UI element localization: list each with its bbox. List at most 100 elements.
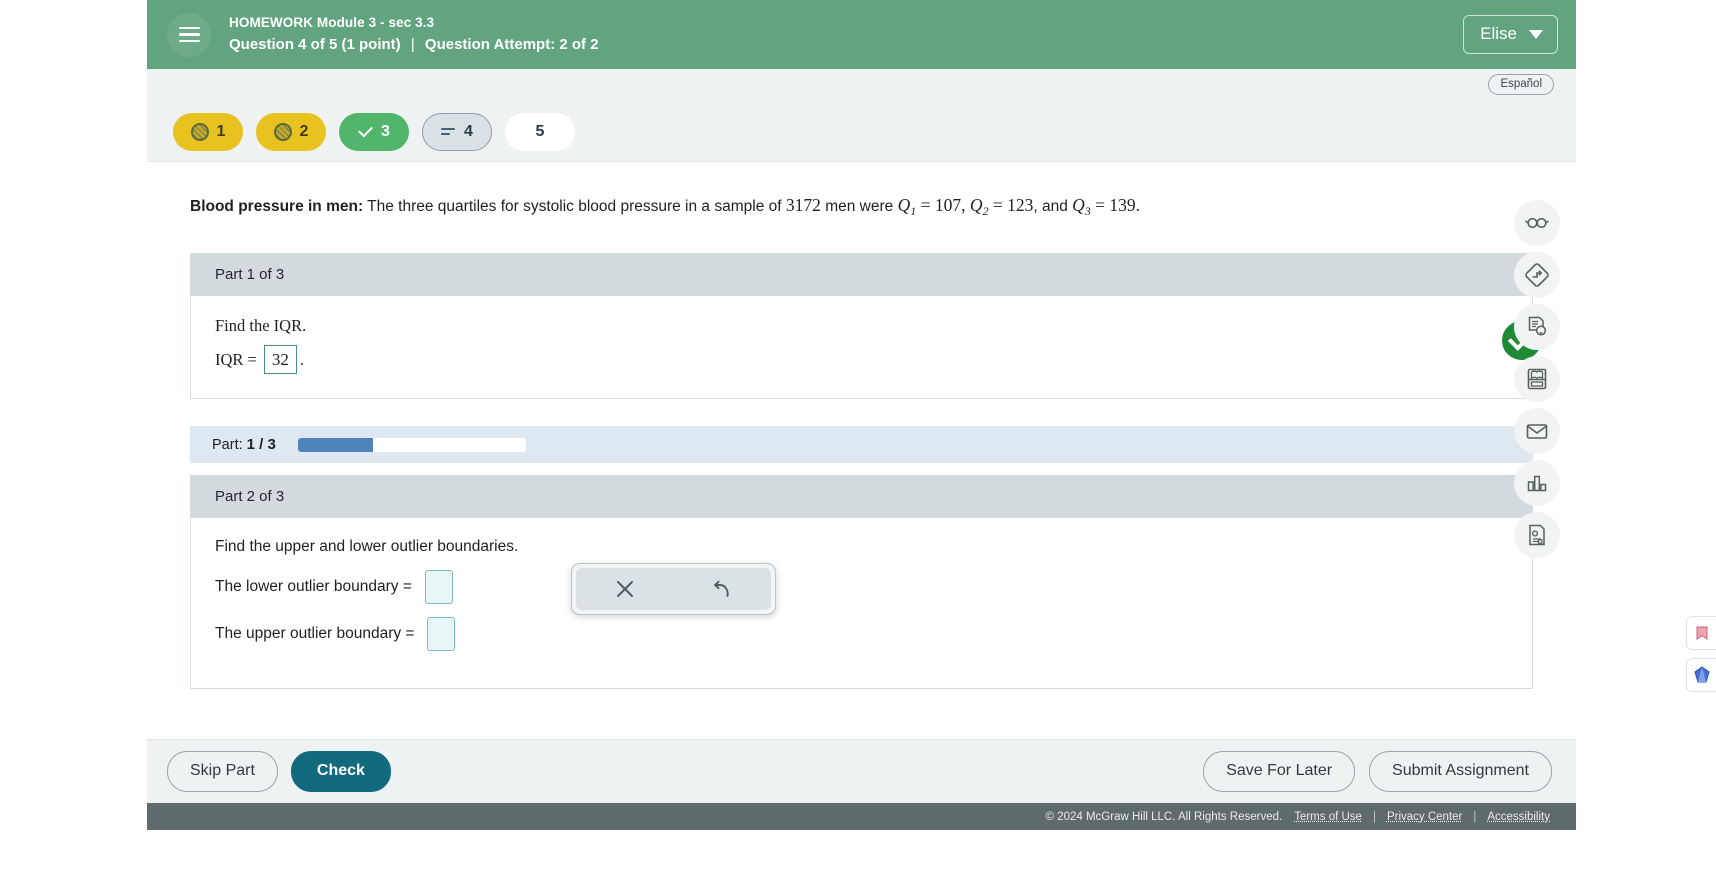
- question-pill-2[interactable]: 2: [256, 113, 326, 151]
- lower-boundary-label: The lower outlier boundary =: [215, 578, 412, 596]
- question-pill-4-label: 4: [464, 123, 473, 140]
- assignment-page: HOMEWORK Module 3 - sec 3.3 Question 4 o…: [147, 0, 1576, 830]
- lines-icon: [441, 126, 456, 138]
- part-progress-text: Part: 1 / 3: [212, 436, 276, 453]
- part-progress-value: 1 / 3: [246, 436, 276, 454]
- tool-guided-solution[interactable]: [1514, 252, 1560, 298]
- clear-answer-button[interactable]: [602, 572, 648, 606]
- tool-reader[interactable]: [1514, 200, 1560, 246]
- hamburger-icon[interactable]: [167, 12, 211, 57]
- question-text-2: men were: [825, 198, 898, 215]
- part-progress-strip: Part: 1 / 3: [190, 426, 1533, 464]
- question-pill-3[interactable]: 3: [339, 113, 409, 151]
- iqr-answer-input[interactable]: 32: [263, 345, 297, 375]
- tool-ebook[interactable]: [1514, 356, 1560, 402]
- header-titles: HOMEWORK Module 3 - sec 3.3 Question 4 o…: [229, 14, 1463, 56]
- terms-of-use-link[interactable]: Terms of Use: [1294, 811, 1362, 823]
- tool-calculator[interactable]: [1514, 512, 1560, 558]
- question-pill-3-label: 3: [381, 123, 390, 140]
- question-navigator: 1 2 3 4 5: [147, 99, 1576, 161]
- tool-rail: [1514, 200, 1566, 564]
- question-pill-4[interactable]: 4: [422, 113, 492, 151]
- hint-document-icon: [1528, 316, 1547, 336]
- hatched-circle-icon: [273, 123, 292, 141]
- user-name: Elise: [1480, 24, 1517, 43]
- save-for-later-button[interactable]: Save For Later: [1203, 751, 1356, 792]
- question-pill-1-label: 1: [216, 123, 226, 140]
- tool-hint[interactable]: [1514, 304, 1560, 350]
- question-label: Question 4 of 5 (1 point): [229, 35, 401, 53]
- question-stem: Blood pressure in men: The three quartil…: [147, 162, 1576, 222]
- page-header: HOMEWORK Module 3 - sec 3.3 Question 4 o…: [147, 0, 1576, 69]
- question-pill-2-label: 2: [299, 123, 309, 140]
- q3-equals: =: [1090, 195, 1110, 215]
- skip-part-button[interactable]: Skip Part: [167, 751, 278, 792]
- q2-variable: Q: [969, 195, 983, 215]
- part-progress-bar-track: [297, 437, 526, 452]
- right-margin: [1576, 0, 1716, 818]
- question-meta: Question 4 of 5 (1 point) | Question Att…: [229, 34, 1463, 56]
- footer-separator-1: |: [1372, 810, 1376, 823]
- assignment-title: HOMEWORK Module 3 - sec 3.3: [229, 14, 435, 30]
- user-menu-button[interactable]: Elise: [1463, 15, 1558, 54]
- lower-boundary-row: The lower outlier boundary =: [215, 570, 1532, 605]
- upper-boundary-label: The upper outlier boundary =: [215, 625, 415, 643]
- hatched-circle-icon: [190, 123, 209, 141]
- question-pill-1[interactable]: 1: [173, 113, 243, 151]
- copyright-text: © 2024 McGraw Hill LLC. All Rights Reser…: [1045, 810, 1283, 823]
- question-title: Blood pressure in men:: [190, 198, 364, 215]
- part-progress-bar-fill: [297, 437, 374, 452]
- tool-message-instructor[interactable]: [1514, 408, 1560, 454]
- bookmark-flag-icon: [1696, 626, 1707, 640]
- left-margin: [0, 0, 147, 818]
- answer-tools-popup: [571, 563, 776, 616]
- q1-equals: =: [916, 195, 935, 215]
- meta-separator: |: [410, 35, 415, 53]
- language-row: Español: [147, 69, 1576, 99]
- check-button[interactable]: Check: [290, 751, 391, 792]
- lower-boundary-input[interactable]: [424, 570, 453, 605]
- footer-separator-2: |: [1473, 810, 1477, 823]
- part-2-heading: Part 2 of 3: [191, 475, 1532, 519]
- gem-extension-icon: [1693, 666, 1710, 683]
- q3-variable: Q: [1072, 195, 1085, 215]
- part-2-prompt: Find the upper and lower outlier boundar…: [215, 538, 519, 556]
- ebook-icon: [1527, 368, 1547, 390]
- answer-tools-popup-inner: [576, 568, 771, 611]
- privacy-center-link[interactable]: Privacy Center: [1387, 811, 1462, 823]
- part-1-card: Part 1 of 3 Find the IQR. IQR = 32 .: [190, 253, 1544, 400]
- footer-bar: © 2024 McGraw Hill LLC. All Rights Reser…: [147, 803, 1576, 830]
- espanol-toggle-button[interactable]: Español: [1488, 74, 1554, 95]
- comma-2: , and: [1033, 198, 1073, 215]
- q1-value: 107: [934, 195, 962, 215]
- comma-1: ,: [961, 195, 970, 215]
- question-pill-5-label: 5: [535, 123, 545, 140]
- edge-widget-extension[interactable]: [1686, 658, 1716, 692]
- chevron-down-icon: [1529, 29, 1543, 39]
- reading-glasses-icon: [1525, 217, 1549, 229]
- submit-assignment-button[interactable]: Submit Assignment: [1369, 751, 1552, 792]
- stem-period: .: [1135, 195, 1141, 215]
- q1-variable: Q: [897, 195, 911, 215]
- mail-envelope-icon: [1526, 424, 1548, 439]
- part-progress-label: Part:: [212, 437, 243, 454]
- q2-value: 123: [1007, 195, 1034, 215]
- q2-equals: =: [988, 195, 1008, 215]
- question-text-1: The three quartiles for systolic blood p…: [367, 198, 786, 215]
- upper-boundary-input[interactable]: [427, 617, 456, 652]
- action-bar: Skip Part Check Save For Later Submit As…: [147, 739, 1576, 803]
- part-1-prompt: Find the IQR.: [215, 316, 307, 336]
- part-2-card: Part 2 of 3 Find the upper and lower out…: [190, 475, 1533, 690]
- undo-answer-button[interactable]: [699, 572, 745, 606]
- bar-chart-icon: [1527, 475, 1547, 492]
- upper-boundary-row: The upper outlier boundary =: [215, 617, 1532, 652]
- tool-statistics[interactable]: [1514, 460, 1560, 506]
- part-2-body: Find the upper and lower outlier boundar…: [191, 518, 1532, 688]
- part-1-answer-row: IQR = 32 .: [215, 345, 1532, 375]
- q3-value: 139: [1109, 195, 1136, 215]
- calculator-document-icon: [1529, 524, 1545, 546]
- edge-widget-bookmark[interactable]: [1686, 616, 1716, 650]
- question-pill-5[interactable]: 5: [505, 113, 575, 151]
- accessibility-link[interactable]: Accessibility: [1487, 811, 1550, 823]
- part-1-heading: Part 1 of 3: [191, 253, 1532, 297]
